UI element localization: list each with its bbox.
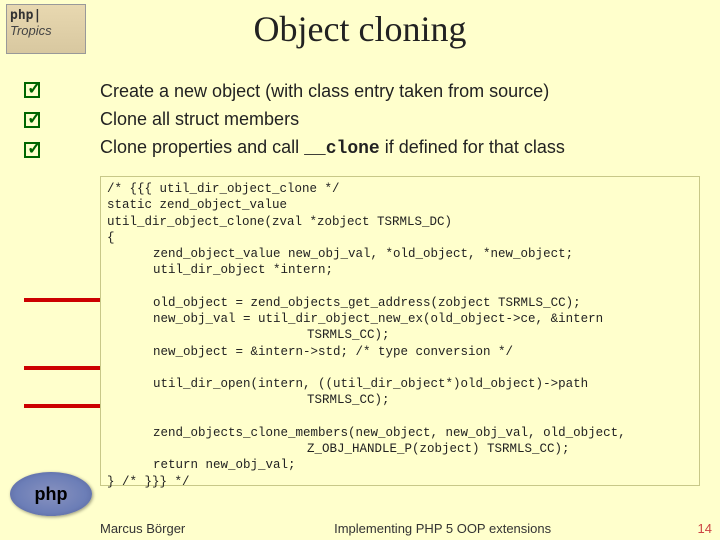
- arrow-icon: [24, 298, 100, 302]
- arrow-icon: [24, 404, 100, 408]
- check-icon: [24, 112, 40, 128]
- footer-author: Marcus Börger: [100, 521, 185, 536]
- slide-title: Object cloning: [0, 8, 720, 50]
- footer-title: Implementing PHP 5 OOP extensions: [185, 521, 700, 536]
- code-inline: __clone: [304, 139, 380, 159]
- check-icon: [24, 142, 40, 158]
- page-number: 14: [698, 521, 712, 536]
- bullet-list: Create a new object (with class entry ta…: [100, 78, 700, 164]
- bullet-item: Clone all struct members: [100, 106, 700, 134]
- bullet-item: Create a new object (with class entry ta…: [100, 78, 700, 106]
- check-icon: [24, 82, 40, 98]
- footer: Marcus Börger Implementing PHP 5 OOP ext…: [100, 521, 700, 536]
- php-logo-icon: php: [10, 472, 92, 516]
- arrow-icon: [24, 366, 100, 370]
- bullet-item: Clone properties and call __clone if def…: [100, 134, 700, 164]
- code-block: /* {{{ util_dir_object_clone */ static z…: [100, 176, 700, 486]
- bullet-checkmarks: [24, 82, 40, 172]
